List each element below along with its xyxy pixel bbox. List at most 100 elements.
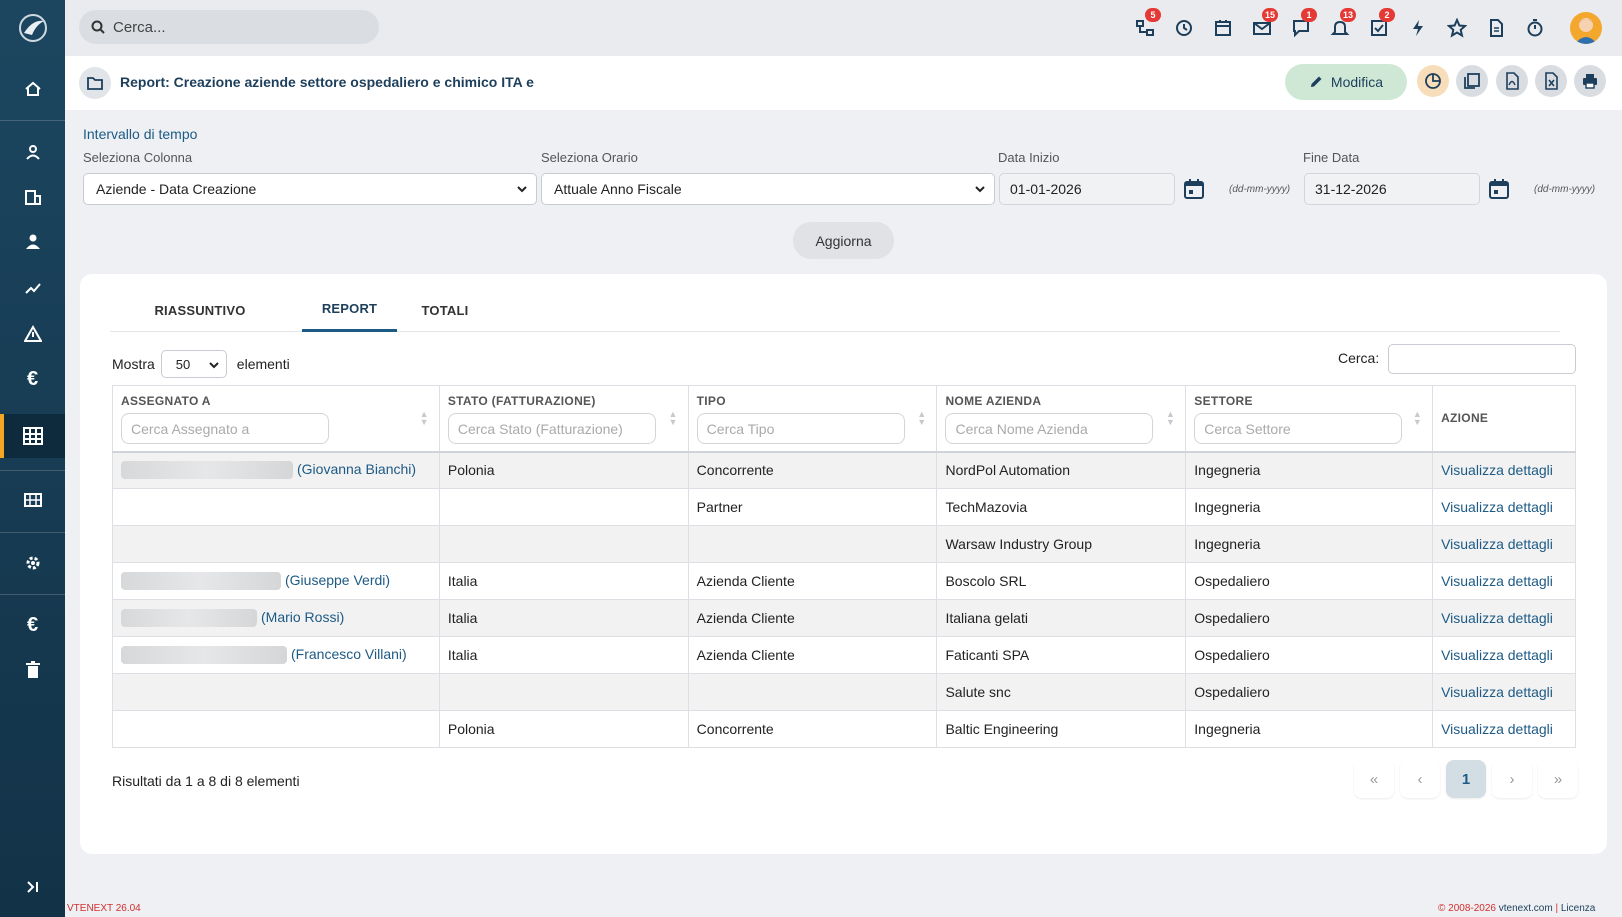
documents-button[interactable] xyxy=(1476,8,1515,48)
filter-stato-input[interactable] xyxy=(447,413,656,444)
column-header-tipo[interactable]: TIPO ▲ ▼ xyxy=(687,385,938,452)
start-date-input[interactable]: 01-01-2026 xyxy=(999,173,1175,205)
sidebar-item-sales[interactable]: € xyxy=(0,357,65,401)
end-date-calendar-icon[interactable] xyxy=(1488,178,1510,200)
elements-label: elementi xyxy=(236,356,290,372)
cell-settore: Ingegneria xyxy=(1185,488,1434,526)
page-first-button[interactable]: « xyxy=(1354,760,1394,798)
calendar-button[interactable] xyxy=(1203,8,1242,48)
notifications-badge: 13 xyxy=(1340,8,1357,22)
tab-totali[interactable]: TOTALI xyxy=(412,288,478,332)
sidebar-item-trends[interactable] xyxy=(0,266,65,310)
column-select[interactable]: Aziende - Data Creazione xyxy=(83,173,537,205)
site-link[interactable]: vtenext.com xyxy=(1499,903,1553,914)
sidebar-item-trash[interactable] xyxy=(0,648,65,692)
cell-assegnato: (Francesco Villani) xyxy=(112,636,440,674)
user-avatar[interactable] xyxy=(1570,12,1602,44)
time-select[interactable]: Attuale Anno Fiscale xyxy=(541,173,995,205)
favorites-button[interactable] xyxy=(1437,8,1476,48)
cell-settore: Ospedaliero xyxy=(1185,562,1434,600)
view-details-link[interactable]: Visualizza dettagli xyxy=(1441,647,1553,663)
page-next-button[interactable]: › xyxy=(1492,760,1532,798)
chevron-down-icon xyxy=(209,362,219,369)
sidebar-expand-button[interactable] xyxy=(0,865,65,909)
tab-riassuntivo[interactable]: RIASSUNTIVO xyxy=(148,288,252,332)
view-details-link[interactable]: Visualizza dettagli xyxy=(1441,610,1553,626)
column-select-label: Seleziona Colonna xyxy=(83,150,193,165)
cell-nome-azienda: Boscolo SRL xyxy=(936,562,1187,600)
history-button[interactable] xyxy=(1164,8,1203,48)
column-header-stato[interactable]: STATO (FATTURAZIONE) ▲ ▼ xyxy=(438,385,689,452)
end-date-input[interactable]: 31-12-2026 xyxy=(1304,173,1480,205)
tasks-button[interactable]: 2 xyxy=(1359,8,1398,48)
start-date-calendar-icon[interactable] xyxy=(1183,178,1205,200)
tab-report[interactable]: REPORT xyxy=(302,288,397,332)
edit-report-label: Modifica xyxy=(1330,74,1384,90)
page-current-button[interactable]: 1 xyxy=(1446,760,1486,798)
sidebar-item-home[interactable] xyxy=(0,67,65,111)
results-summary: Risultati da 1 a 8 di 8 elementi xyxy=(112,773,300,789)
sidebar-item-contacts[interactable] xyxy=(0,130,65,174)
page-length-value: 50 xyxy=(175,356,191,372)
column-header-assegnato[interactable]: ASSEGNATO A ▲ ▼ xyxy=(112,385,440,452)
refresh-button[interactable]: Aggiorna xyxy=(793,222,894,259)
export-pdf-button[interactable] xyxy=(1496,65,1528,97)
table-search-input[interactable] xyxy=(1388,344,1576,374)
edit-report-button[interactable]: Modifica xyxy=(1285,64,1407,100)
column-header-nome-azienda[interactable]: NOME AZIENDA ▲ ▼ xyxy=(936,385,1187,452)
page-length-select[interactable]: 50 xyxy=(160,350,227,378)
table-row: Polonia Concorrente Baltic Engineering I… xyxy=(112,710,1576,748)
chevron-down-icon xyxy=(975,186,985,193)
sidebar-item-grid[interactable] xyxy=(0,478,65,522)
euro-icon: € xyxy=(26,614,39,636)
hierarchy-button[interactable]: 5 xyxy=(1125,8,1164,48)
global-search-input[interactable] xyxy=(113,18,353,36)
license-link[interactable]: Licenza xyxy=(1561,903,1595,914)
view-details-link[interactable]: Visualizza dettagli xyxy=(1441,499,1553,515)
sidebar-item-reports[interactable] xyxy=(0,414,65,458)
pie-chart-icon xyxy=(1425,73,1441,89)
view-details-link[interactable]: Visualizza dettagli xyxy=(1441,462,1553,478)
view-details-link[interactable]: Visualizza dettagli xyxy=(1441,684,1553,700)
sidebar-item-billing[interactable]: € xyxy=(0,603,65,647)
cell-settore: Ospedaliero xyxy=(1185,599,1434,637)
sidebar: € € xyxy=(0,0,65,917)
cell-settore: Ingegneria xyxy=(1185,525,1434,563)
chart-button[interactable] xyxy=(1417,65,1449,97)
sidebar-item-settings[interactable] xyxy=(0,541,65,585)
report-title-bar: Report: Creazione aziende settore ospeda… xyxy=(65,56,1622,110)
column-header-settore[interactable]: SETTORE ▲ ▼ xyxy=(1185,385,1434,452)
filter-settore-input[interactable] xyxy=(1194,413,1403,444)
cell-azione: Visualizza dettagli xyxy=(1432,562,1576,600)
print-button[interactable] xyxy=(1574,65,1606,97)
view-details-link[interactable]: Visualizza dettagli xyxy=(1441,573,1553,589)
folder-button[interactable] xyxy=(79,67,111,99)
view-details-link[interactable]: Visualizza dettagli xyxy=(1441,536,1553,552)
cell-azione: Visualizza dettagli xyxy=(1432,525,1576,563)
document-icon xyxy=(1489,19,1503,37)
filter-nome-azienda-input[interactable] xyxy=(945,413,1154,444)
cell-settore: Ingegneria xyxy=(1185,450,1434,489)
cell-azione: Visualizza dettagli xyxy=(1432,673,1576,711)
redacted-name xyxy=(121,609,257,628)
notifications-button[interactable]: 13 xyxy=(1320,8,1359,48)
mail-button[interactable]: 15 xyxy=(1242,8,1281,48)
page-prev-button[interactable]: ‹ xyxy=(1400,760,1440,798)
filter-tipo-input[interactable] xyxy=(696,413,905,444)
chat-button[interactable]: 1 xyxy=(1281,8,1320,48)
timer-button[interactable] xyxy=(1515,8,1554,48)
quick-actions-button[interactable] xyxy=(1398,8,1437,48)
cell-settore: Ospedaliero xyxy=(1185,636,1434,674)
view-details-link[interactable]: Visualizza dettagli xyxy=(1441,721,1553,737)
app-logo[interactable] xyxy=(0,0,65,56)
sidebar-item-companies[interactable] xyxy=(0,175,65,219)
cell-settore: Ingegneria xyxy=(1185,710,1434,748)
export-excel-button[interactable] xyxy=(1535,65,1567,97)
table-row: (Giovanna Bianchi) Polonia Concorrente N… xyxy=(112,450,1576,489)
sidebar-item-alerts[interactable] xyxy=(0,312,65,356)
duplicate-button[interactable] xyxy=(1456,65,1488,97)
filter-assegnato-input[interactable] xyxy=(121,413,329,444)
page-last-button[interactable]: » xyxy=(1538,760,1578,798)
cell-azione: Visualizza dettagli xyxy=(1432,488,1576,526)
sidebar-item-leads[interactable] xyxy=(0,220,65,264)
